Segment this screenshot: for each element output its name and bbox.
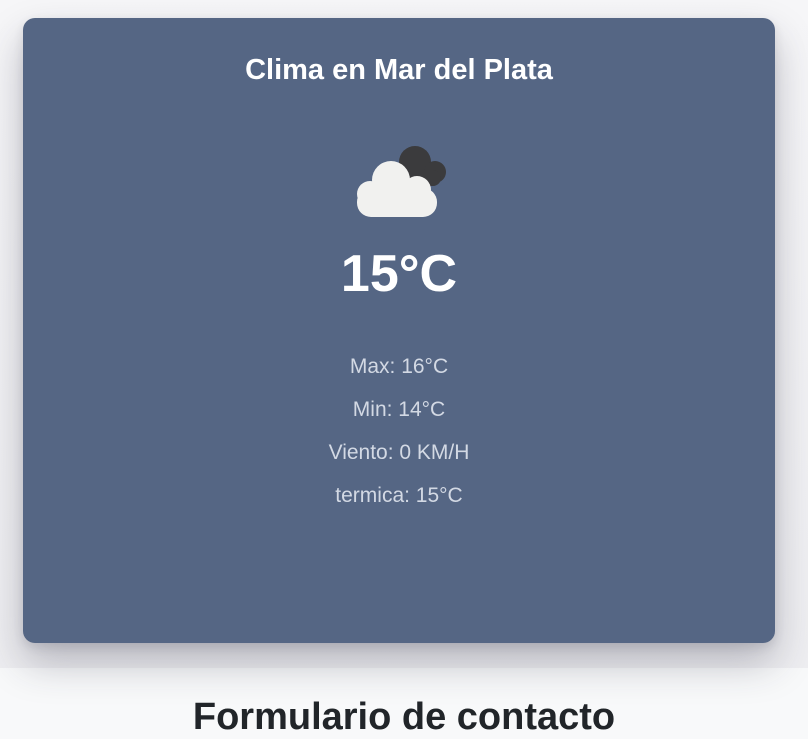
weather-city-title: Clima en Mar del Plata: [245, 54, 553, 86]
weather-details: Max: 16°C Min: 14°C Viento: 0 KM/H termi…: [23, 352, 775, 524]
wind-speed: Viento: 0 KM/H: [328, 441, 470, 464]
min-temperature: Min: 14°C: [352, 398, 446, 421]
cloudy-icon: [343, 128, 455, 218]
feels-like-temperature: termica: 15°C: [335, 484, 463, 507]
weather-card: Clima en Mar del Plata 15°C Max: 16°C Mi…: [23, 18, 775, 643]
page: Clima en Mar del Plata 15°C Max: 16°C Mi…: [0, 0, 808, 739]
max-temperature: Max: 16°C: [349, 355, 449, 378]
weather-section: Clima en Mar del Plata 15°C Max: 16°C Mi…: [0, 0, 808, 668]
current-temperature: 15°C: [340, 245, 458, 303]
contact-form-title: Formulario de contacto: [192, 696, 616, 738]
